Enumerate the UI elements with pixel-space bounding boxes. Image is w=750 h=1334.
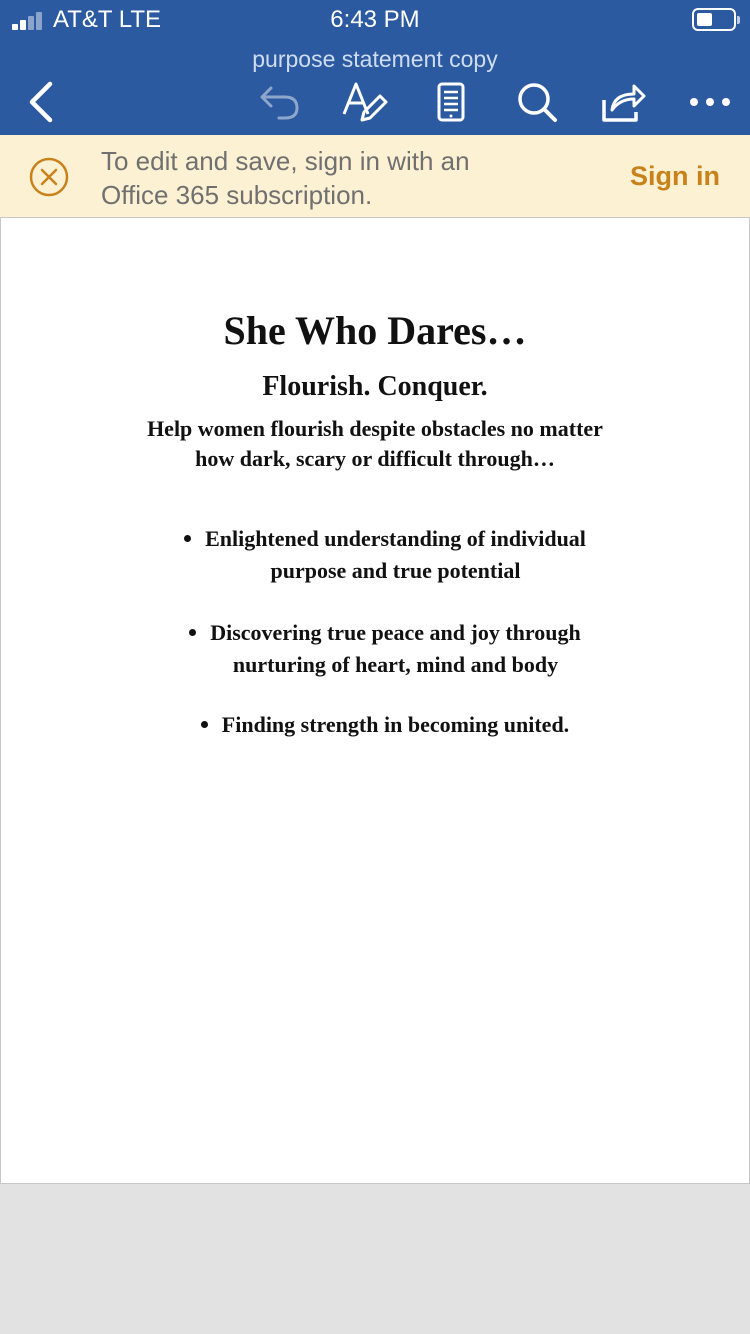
search-icon <box>518 83 557 122</box>
close-circle-icon <box>29 157 69 197</box>
intro-paragraph: Help women flourish despite obstacles no… <box>60 414 690 474</box>
mobile-view-button[interactable] <box>427 78 475 126</box>
share-button[interactable] <box>598 78 646 126</box>
undo-icon <box>260 86 299 120</box>
undo-button[interactable] <box>255 78 303 126</box>
bullet-line2: nurturing of heart, mind and body <box>232 652 559 677</box>
share-icon <box>602 84 646 122</box>
bullet-item: Enlightened understanding of individual … <box>110 523 660 587</box>
back-icon <box>29 81 53 123</box>
text-edit-button[interactable] <box>340 78 388 126</box>
banner-message-line1: To edit and save, sign in with an <box>101 146 470 176</box>
document-subheading: Flourish. Conquer. <box>262 371 488 402</box>
text-edit-icon <box>342 82 388 122</box>
bullet-line1: Discovering true peace and joy through <box>210 620 581 645</box>
bullet-line1: Enlightened understanding of individual <box>205 526 586 551</box>
bullet-line1: Finding strength in becoming united. <box>221 712 570 737</box>
mobile-view-icon <box>437 82 465 122</box>
more-button[interactable] <box>686 78 734 126</box>
bullet-line2: purpose and true potential <box>270 558 521 583</box>
status-time: 6:43 PM <box>330 6 420 33</box>
bullet-item: Finding strength in becoming united. <box>110 709 660 741</box>
battery-icon <box>692 8 740 31</box>
app-header: AT&T LTE 6:43 PM purpose statement copy <box>0 0 750 135</box>
bullet-item: Discovering true peace and joy through n… <box>110 617 660 681</box>
intro-line2: how dark, scary or difficult through… <box>195 446 555 471</box>
banner-message-line2: Office 365 subscription. <box>101 180 373 210</box>
banner-message: To edit and save, sign in with an Office… <box>101 144 581 212</box>
document-page[interactable] <box>0 217 750 1184</box>
back-button[interactable] <box>18 78 66 126</box>
bullet-dot <box>184 535 192 543</box>
bullet-dot <box>200 721 208 729</box>
intro-line1: Help women flourish despite obstacles no… <box>147 416 603 441</box>
document-title: purpose statement copy <box>252 46 498 72</box>
signin-button[interactable]: Sign in <box>600 159 720 193</box>
search-button[interactable] <box>513 78 561 126</box>
dismiss-banner-button[interactable] <box>29 157 69 197</box>
more-icon <box>690 98 730 106</box>
document-heading: She Who Dares… <box>223 308 527 353</box>
bullet-dot <box>189 629 197 637</box>
status-bar: AT&T LTE 6:43 PM <box>0 0 750 40</box>
